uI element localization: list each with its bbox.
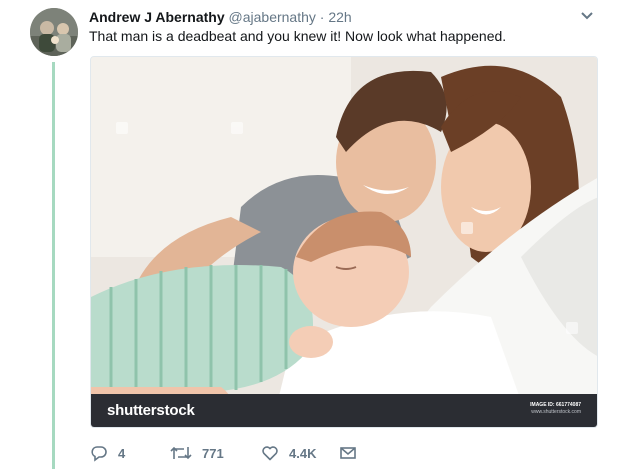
chevron-down-icon[interactable] <box>580 11 594 21</box>
avatar[interactable] <box>30 8 78 56</box>
reply-count: 4 <box>118 445 126 461</box>
image-site: www.shutterstock.com <box>531 409 581 415</box>
retweet-count: 771 <box>202 445 224 461</box>
reply-icon <box>91 446 107 462</box>
retweet-icon <box>170 446 192 460</box>
tweet-header: Andrew J Abernathy @ajabernathy · 22h <box>89 8 594 26</box>
avatar-image <box>30 8 78 56</box>
shutterstock-brand-bar: shutterstock IMAGE ID: 661774087 www.shu… <box>91 394 597 427</box>
envelope-icon <box>340 447 356 459</box>
reply-button[interactable]: 4 <box>90 444 170 462</box>
like-count: 4.4K <box>289 445 317 461</box>
heart-icon <box>262 446 278 461</box>
tweet[interactable]: Andrew J Abernathy @ajabernathy · 22h Th… <box>0 0 634 469</box>
user-handle[interactable]: @ajabernathy <box>229 9 316 25</box>
direct-message-button[interactable] <box>339 444 357 462</box>
image-id-block: IMAGE ID: 661774087 www.shutterstock.com <box>530 402 581 416</box>
tweet-actions: 4 771 4.4K <box>90 442 357 464</box>
retweet-button[interactable]: 771 <box>170 444 261 462</box>
tweet-media-photo[interactable]: shutterstock IMAGE ID: 661774087 www.shu… <box>90 56 598 428</box>
shutterstock-logo: shutterstock <box>107 402 195 419</box>
tweet-timestamp[interactable]: 22h <box>328 9 351 25</box>
family-photo-image <box>91 57 597 427</box>
thread-connector-line <box>52 62 55 469</box>
image-id-label: IMAGE ID: 661774087 <box>530 402 581 408</box>
header-separator: · <box>319 9 325 25</box>
display-name[interactable]: Andrew J Abernathy <box>89 9 225 25</box>
like-button[interactable]: 4.4K <box>261 444 339 462</box>
tweet-text: That man is a deadbeat and you knew it! … <box>89 28 507 44</box>
